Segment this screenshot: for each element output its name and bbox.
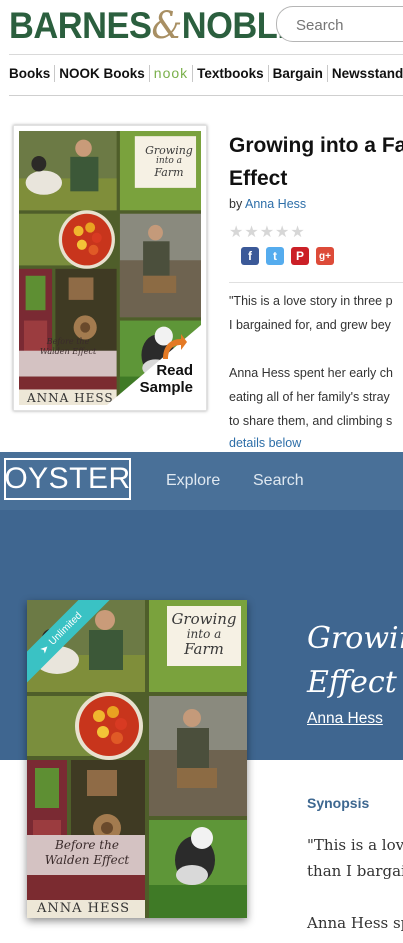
nav-newsstand[interactable]: Newsstand — [326, 65, 403, 82]
bn-description-line: to share them, and climbing s — [229, 414, 393, 428]
bn-logo-amp: & — [151, 4, 183, 47]
bn-description-line: I bargained for, and grew bey — [229, 318, 391, 332]
bn-book-title: Growing into a Fa Effect — [229, 129, 403, 195]
bn-logo-left: BARNES — [9, 5, 152, 46]
plane-icon: ➤ — [37, 642, 52, 657]
oyster-book-cover[interactable]: ➤ Unlimited Growing into a Farm Before t… — [27, 600, 247, 918]
pinterest-icon[interactable]: P — [291, 247, 309, 265]
bn-book-cover: Growing into a Farm Before the Walden Ef… — [19, 131, 201, 405]
facebook-icon[interactable]: f — [241, 247, 259, 265]
star-icon: ★ — [229, 224, 244, 241]
bn-description-line: Anna Hess spent her early ch — [229, 366, 393, 380]
cover-subtitle: Before the Walden Effect — [31, 337, 105, 357]
barnes-noble-page: BARNES&NOBLE Books NOOK Books nook Textb… — [0, 0, 403, 452]
nav-textbooks[interactable]: Textbooks — [192, 65, 268, 82]
nav-books[interactable]: Books — [9, 65, 54, 82]
star-icon: ★ — [244, 224, 259, 241]
synopsis-line: than I bargai — [307, 862, 403, 880]
cover-subtitle-line2: Walden Effect — [39, 347, 97, 356]
synopsis-line: "This is a lov — [307, 836, 403, 854]
bn-category-nav: Books NOOK Books nook Textbooks Bargain … — [9, 65, 403, 82]
details-below-link[interactable]: details below — [229, 436, 301, 450]
cover-subtitle-line2: Walden Effect — [44, 853, 130, 867]
oyster-book-title: Growin Effect ( — [307, 617, 403, 705]
cover-subtitle-line1: Before the — [46, 337, 90, 346]
read-sample-line1: Read — [156, 362, 193, 379]
cover-title-line1: Growing — [145, 144, 193, 157]
cover-author: ANNA HESS — [37, 901, 131, 916]
oyster-title-line1: Growin — [307, 621, 403, 656]
oyster-logo[interactable]: OYSTER — [4, 458, 131, 500]
cover-subtitle-line1: Before the — [55, 838, 119, 852]
synopsis-heading: Synopsis — [307, 795, 370, 811]
synopsis-paragraph: Anna Hess sp — [307, 914, 403, 932]
twitter-icon[interactable]: t — [266, 247, 284, 265]
star-icon: ★ — [275, 224, 290, 241]
oyster-header: OYSTER Explore Search — [0, 452, 403, 510]
cover-title: Growing into a Farm — [167, 612, 241, 657]
bn-byline: by Anna Hess — [229, 197, 306, 211]
bn-nav-underline — [9, 95, 403, 96]
bn-title-line1: Growing into a Fa — [229, 134, 403, 157]
nav-bargain[interactable]: Bargain — [267, 65, 327, 82]
bn-search-input[interactable] — [294, 7, 403, 43]
read-sample-line2: Sample — [139, 379, 193, 396]
star-icon: ★ — [259, 224, 275, 241]
bn-description-line: "This is a love story in three p — [229, 294, 393, 308]
cover-title-line3: Farm — [154, 166, 184, 179]
read-sample-label: Read Sample — [140, 362, 193, 396]
oyster-author-link[interactable]: Anna Hess — [307, 710, 383, 728]
bn-header-divider — [9, 54, 403, 55]
oyster-page: OYSTER Explore Search Growin Effect ( An… — [0, 452, 403, 943]
star-icon: ★ — [290, 224, 305, 241]
cover-title-line1: Growing — [171, 610, 237, 628]
oyster-title-line2: Effect ( — [307, 665, 403, 700]
by-label: by — [229, 197, 243, 211]
bn-title-line2: Effect — [229, 167, 288, 190]
nav-nook[interactable]: nook — [148, 65, 192, 82]
bn-description-divider — [229, 282, 403, 283]
nav-explore[interactable]: Explore — [166, 472, 220, 490]
bn-logo[interactable]: BARNES&NOBLE — [9, 4, 300, 47]
google-plus-icon[interactable]: g+ — [316, 247, 334, 265]
social-share-bar: f t P g+ — [241, 247, 341, 265]
bn-book-cover-frame[interactable]: Growing into a Farm Before the Walden Ef… — [13, 125, 207, 411]
bn-author-link[interactable]: Anna Hess — [245, 197, 306, 211]
cover-title: Growing into a Farm — [144, 145, 194, 178]
bn-description-line: eating all of her family's stray — [229, 390, 390, 404]
cover-subtitle: Before the Walden Effect — [33, 838, 141, 868]
star-rating[interactable]: ★ ★ ★ ★ ★ — [229, 222, 306, 242]
nav-nook-books[interactable]: NOOK Books — [54, 65, 149, 82]
cover-author: ANNA HESS — [27, 391, 114, 405]
read-sample-button[interactable]: Read Sample — [107, 325, 201, 405]
bn-search-box[interactable] — [276, 6, 403, 43]
cover-title-line3: Farm — [184, 640, 224, 658]
synopsis-quote: "This is a lov than I bargai — [307, 832, 403, 884]
curved-arrow-icon — [163, 334, 187, 359]
nav-search[interactable]: Search — [253, 472, 304, 490]
